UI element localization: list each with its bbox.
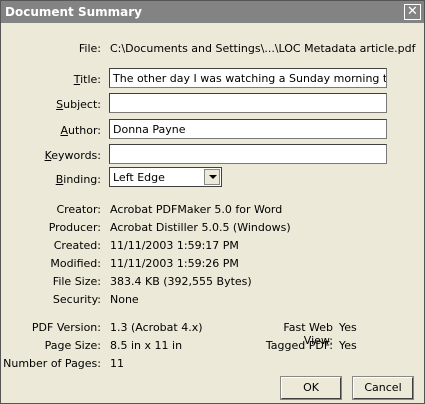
title-field[interactable]: The other day I was watching a Sunday mo… — [109, 68, 387, 88]
binding-label: Binding: — [55, 173, 101, 186]
document-summary-dialog: Document Summary ✕ File: C:\Documents an… — [0, 0, 425, 404]
security-value: None — [110, 293, 139, 306]
pdf-version-label: PDF Version: — [31, 321, 101, 334]
author-field[interactable]: Donna Payne — [109, 119, 387, 139]
keywords-label: Keywords: — [44, 149, 101, 162]
num-pages-value: 11 — [110, 357, 124, 370]
binding-value: Left Edge — [113, 171, 165, 184]
producer-label: Producer: — [48, 221, 101, 234]
modified-value: 11/11/2003 1:59:26 PM — [110, 257, 239, 270]
security-label: Security: — [52, 293, 101, 306]
close-icon[interactable]: ✕ — [404, 4, 421, 20]
creator-label: Creator: — [56, 203, 101, 216]
producer-value: Acrobat Distiller 5.0.5 (Windows) — [110, 221, 291, 234]
created-label: Created: — [53, 239, 101, 252]
subject-field[interactable] — [109, 93, 387, 113]
title-label: Title: — [73, 73, 101, 86]
fast-web-view-value: Yes — [339, 321, 357, 334]
file-size-label: File Size: — [52, 275, 101, 288]
modified-label: Modified: — [50, 257, 101, 270]
page-size-value: 8.5 in x 11 in — [110, 339, 183, 352]
keywords-field[interactable] — [109, 144, 387, 164]
file-label: File: — [78, 42, 101, 55]
cancel-button[interactable]: Cancel — [352, 376, 414, 400]
creator-value: Acrobat PDFMaker 5.0 for Word — [110, 203, 283, 216]
dialog-title: Document Summary — [5, 5, 142, 19]
pdf-version-value: 1.3 (Acrobat 4.x) — [110, 321, 203, 334]
file-path: C:\Documents and Settings\...\LOC Metada… — [110, 42, 416, 55]
created-value: 11/11/2003 1:59:17 PM — [110, 239, 239, 252]
tagged-pdf-label: Tagged PDF: — [265, 339, 333, 352]
page-size-label: Page Size: — [44, 339, 101, 352]
ok-button[interactable]: OK — [280, 376, 342, 400]
author-label: Author: — [60, 124, 101, 137]
file-size-value: 383.4 KB (392,555 Bytes) — [110, 275, 252, 288]
tagged-pdf-value: Yes — [339, 339, 357, 352]
subject-label: Subject: — [56, 98, 101, 111]
num-pages-label: Number of Pages: — [3, 357, 101, 370]
title-bar: Document Summary ✕ — [1, 1, 424, 23]
binding-select[interactable]: Left Edge — [109, 167, 222, 187]
chevron-down-icon[interactable] — [204, 169, 220, 185]
